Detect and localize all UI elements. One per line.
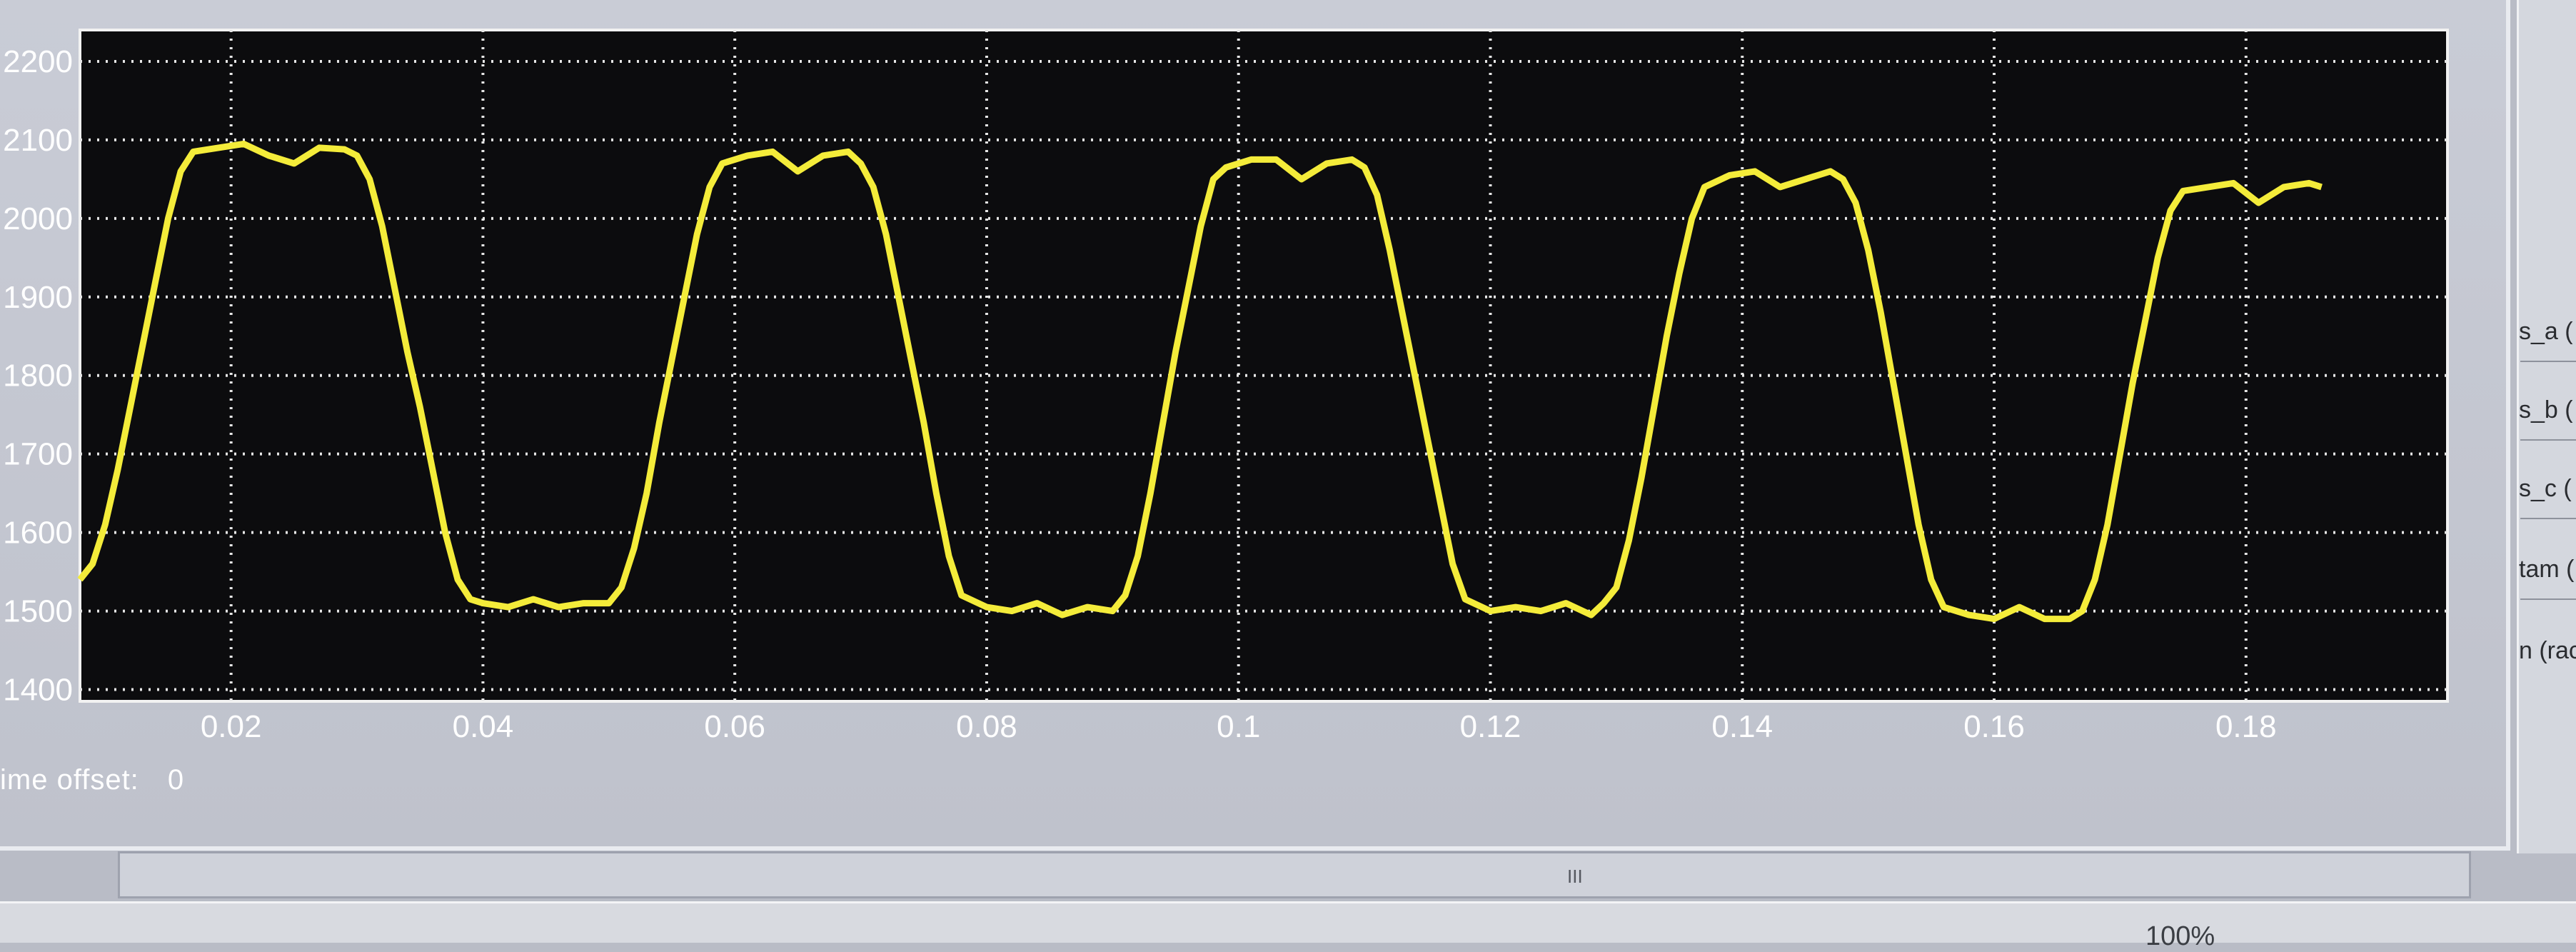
time-offset-label: ime offset:	[0, 764, 139, 796]
x-tick-label: 0.04	[453, 709, 514, 744]
x-tick-label: 0.18	[2215, 709, 2277, 744]
y-tick-label: 2200	[3, 44, 73, 79]
signal-divider	[2520, 518, 2576, 519]
y-tick-label: 1800	[3, 359, 73, 394]
zoom-level: 100%	[2145, 921, 2215, 951]
x-tick-label: 0.12	[1460, 709, 1521, 744]
signal-label-b[interactable]: s_b (	[2519, 396, 2573, 424]
signal-divider	[2520, 598, 2576, 600]
scope-plot: 0.02 0.04 0.06 0.08 0.1 0.12 0.14 0.16 0.18 1400 1…	[3, 29, 2449, 744]
y-tick-label: 1900	[3, 280, 73, 315]
y-tick-label: 2100	[3, 123, 73, 158]
plot-area	[79, 29, 2449, 703]
y-tick-label: 1500	[3, 594, 73, 629]
x-tick-label: 0.06	[704, 709, 765, 744]
x-tick-label: 0.02	[201, 709, 262, 744]
x-tick-label: 0.16	[1963, 709, 2025, 744]
y-tick-label: 1700	[3, 437, 73, 472]
y-tick-label: 1400	[3, 673, 73, 708]
signal-divider	[2520, 439, 2576, 441]
time-offset-readout: ime offset: 0	[0, 764, 204, 796]
signal-divider	[2520, 361, 2576, 362]
signal-label-a[interactable]: s_a (	[2519, 318, 2573, 346]
y-tick-label: 2000	[3, 201, 73, 236]
y-tick-label: 1600	[3, 516, 73, 551]
x-tick-label: 0.14	[1711, 709, 1773, 744]
signal-label-c[interactable]: s_c (	[2519, 475, 2572, 503]
horizontal-scrollbar[interactable]	[118, 851, 2471, 898]
x-tick-label: 0.08	[956, 709, 1017, 744]
time-offset-value: 0	[167, 764, 185, 796]
signal-label-tam[interactable]: tam (	[2519, 556, 2574, 583]
signal-label-n[interactable]: n (rac	[2519, 637, 2576, 665]
scrollbar-grip[interactable]: III	[1567, 866, 1583, 888]
signal-list-panel	[2517, 0, 2576, 853]
x-tick-label: 0.1	[1217, 709, 1260, 744]
